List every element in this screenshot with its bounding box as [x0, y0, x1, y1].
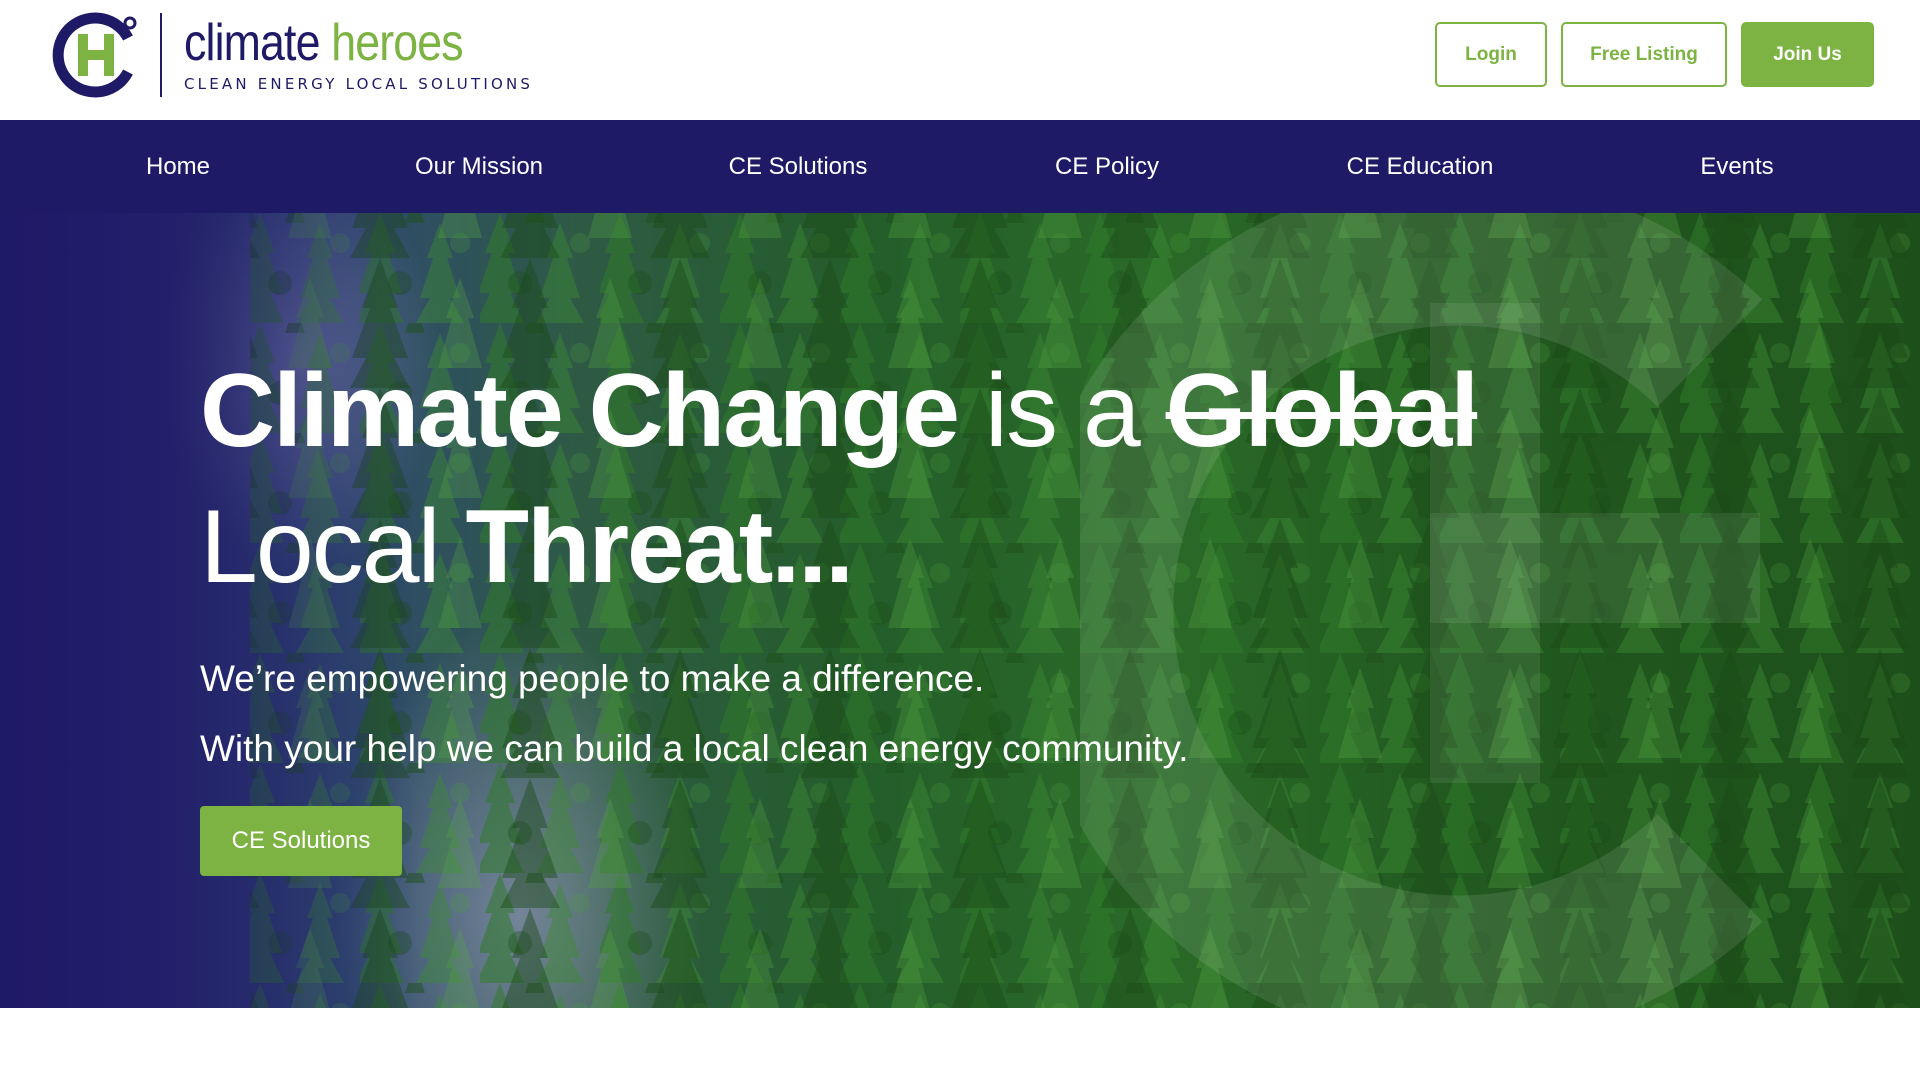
nav-item-home[interactable]: Home [146, 120, 210, 213]
main-nav: Home Our Mission CE Solutions CE Policy … [0, 120, 1920, 213]
nav-item-ce-solutions[interactable]: CE Solutions [729, 120, 868, 213]
headline-is-a: is a [957, 353, 1166, 469]
hero-headline-line1: Climate Change is a Global [200, 343, 1700, 479]
free-listing-button[interactable]: Free Listing [1561, 22, 1727, 87]
nav-item-our-mission[interactable]: Our Mission [415, 120, 543, 213]
nav-item-ce-policy[interactable]: CE Policy [1055, 120, 1159, 213]
ch-logo-icon [50, 10, 140, 100]
brand-logo[interactable]: climate heroes CLEAN ENERGY LOCAL SOLUTI… [50, 10, 533, 100]
logo-title-heroes: heroes [331, 14, 463, 72]
headline-climate-change: Climate Change [200, 353, 960, 469]
logo-divider [160, 13, 162, 97]
hero-headline-line2: Local Threat... [200, 479, 1700, 615]
logo-wordmark: climate heroes CLEAN ENERGY LOCAL SOLUTI… [184, 17, 533, 93]
join-us-button[interactable]: Join Us [1741, 22, 1874, 87]
logo-tagline: CLEAN ENERGY LOCAL SOLUTIONS [184, 75, 534, 93]
headline-global-strikethrough: Global [1165, 353, 1480, 469]
headline-local: Local [200, 489, 441, 605]
header-actions: Login Free Listing Join Us [1435, 22, 1874, 87]
nav-item-ce-education[interactable]: CE Education [1347, 120, 1494, 213]
ce-solutions-button[interactable]: CE Solutions [200, 806, 402, 876]
hero-subtitle-1: We’re empowering people to make a differ… [200, 658, 985, 699]
logo-title: climate heroes [184, 17, 484, 69]
nav-item-events[interactable]: Events [1700, 120, 1773, 213]
headline-threat: Threat... [438, 489, 855, 605]
logo-title-climate: climate [184, 14, 320, 72]
login-button[interactable]: Login [1435, 22, 1547, 87]
hero-content: Climate Change is a Global Local Threat.… [200, 343, 1700, 771]
hero-subtitle-2: With your help we can build a local clea… [200, 728, 1189, 769]
site-header: climate heroes CLEAN ENERGY LOCAL SOLUTI… [0, 0, 1920, 120]
hero-section: Climate Change is a Global Local Threat.… [0, 213, 1920, 1008]
